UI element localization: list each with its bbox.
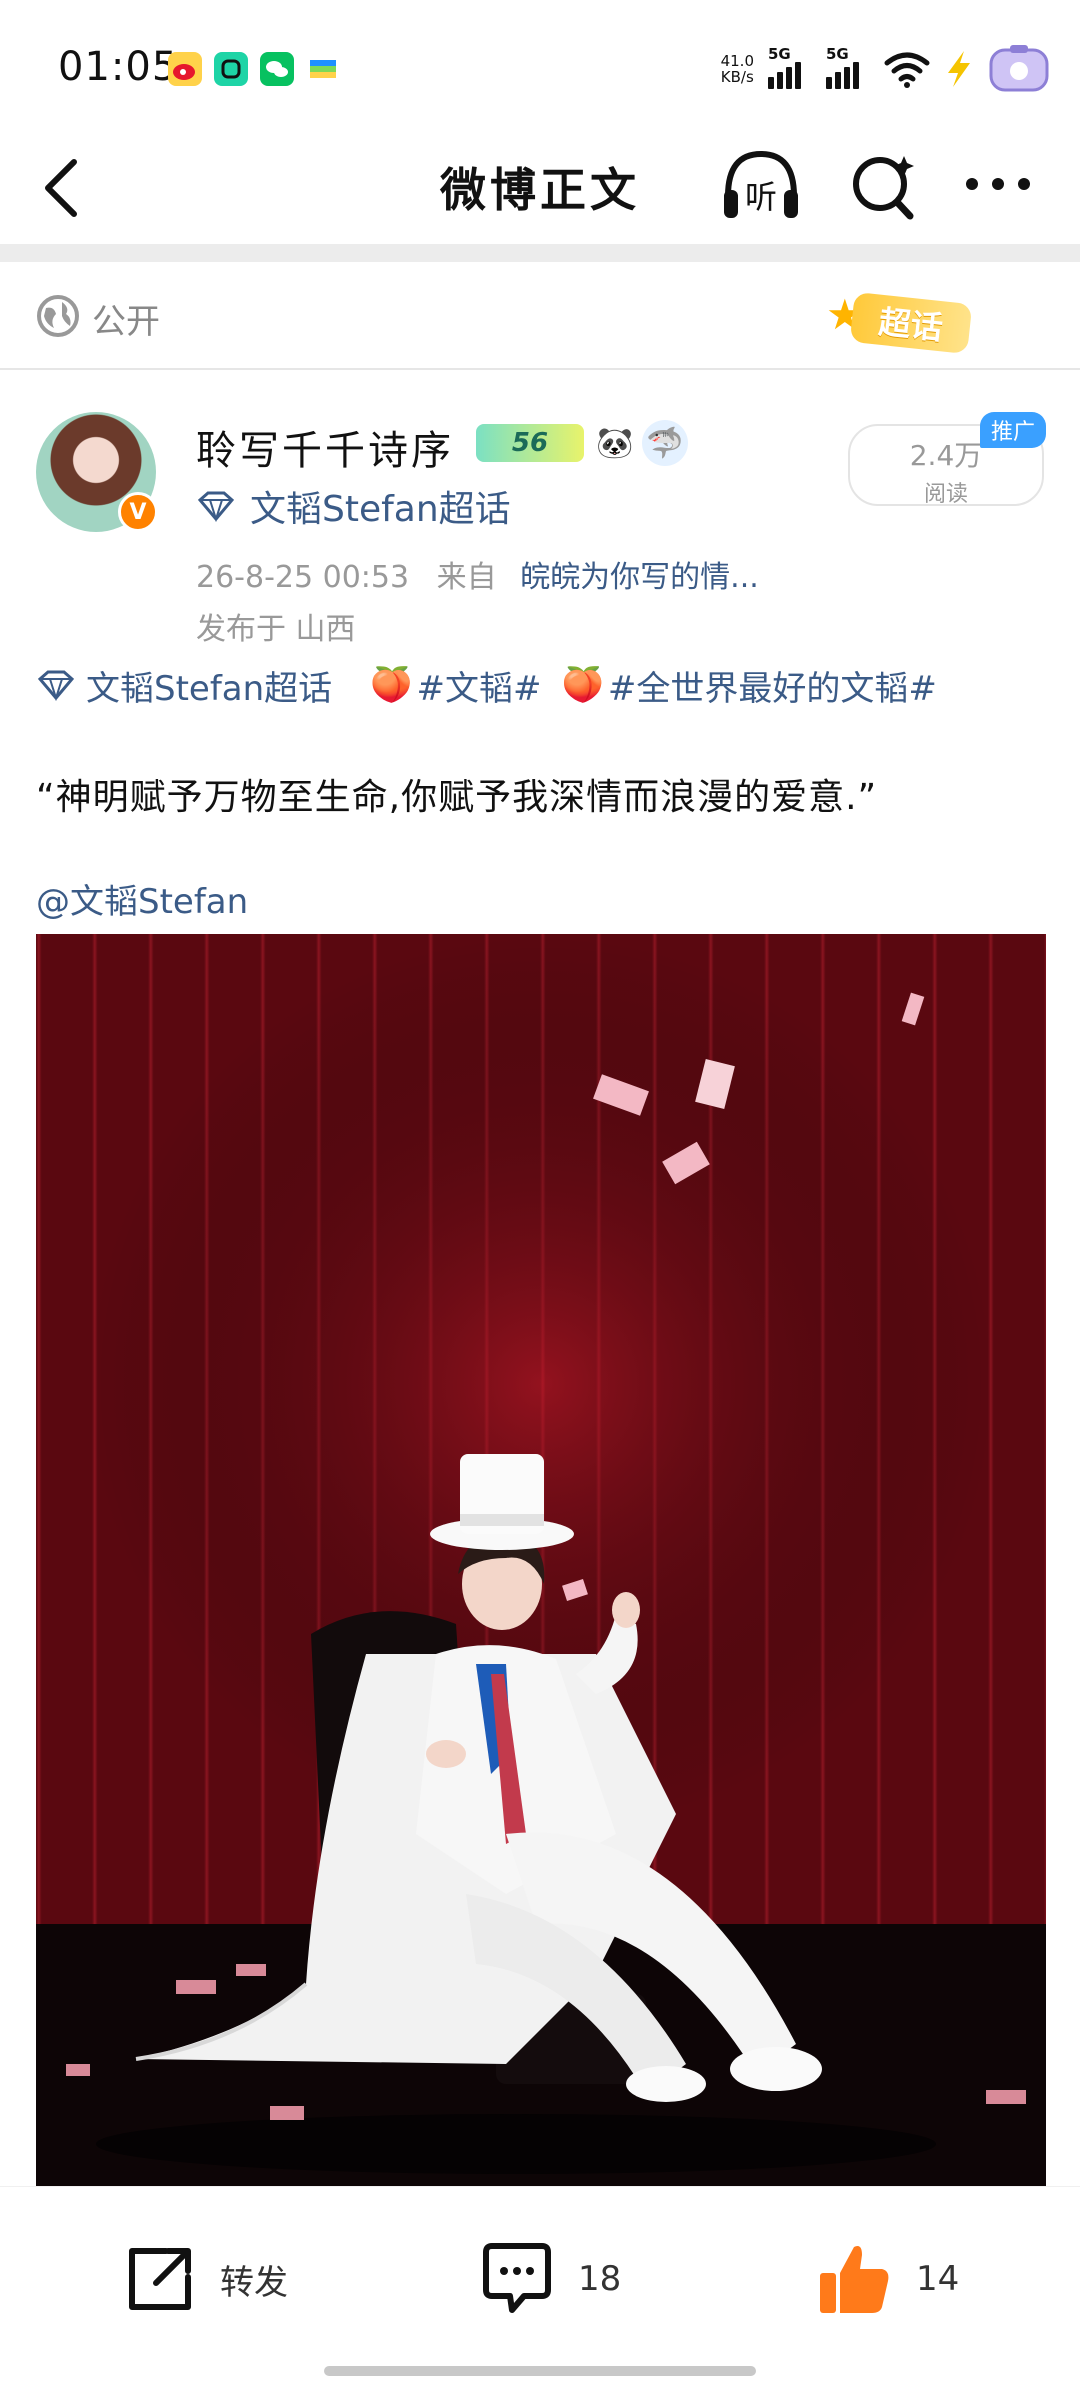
super-topic-tag[interactable]: 文韬Stefan超话 [86, 661, 332, 710]
post-from-label: 来自 [436, 560, 497, 595]
status-icons: 41.0 KB/s 5G 5G [721, 44, 1050, 94]
comment-count: 18 [578, 2259, 622, 2299]
super-topic-badge[interactable]: ★ 超话 [826, 290, 986, 356]
share-icon [129, 2248, 191, 2310]
search-button[interactable] [846, 146, 922, 226]
more-icon [966, 178, 1030, 190]
listen-button[interactable]: 听 [718, 146, 804, 226]
peach-icon: 🍑 [561, 665, 604, 705]
diamond-icon [37, 670, 75, 701]
sim2-label: 5G [826, 45, 849, 63]
post-meta: 26-8-25 00:53 来自 皖皖为你写的情... [196, 552, 759, 596]
weibo-icon [168, 52, 202, 86]
views-label: 阅读 [923, 482, 968, 507]
thumbs-up-icon [820, 2246, 889, 2313]
network-speed: 41.0 KB/s [721, 53, 754, 85]
peach-icon: 🍑 [370, 665, 413, 705]
more-button[interactable] [958, 154, 1038, 214]
post-image-art [36, 934, 1046, 2186]
listen-label: 听 [745, 178, 777, 216]
diamond-icon [197, 491, 235, 522]
like-button[interactable]: 14 [814, 2239, 959, 2319]
section-divider [0, 244, 1080, 262]
status-time: 01:05 [58, 44, 179, 90]
home-indicator[interactable] [324, 2366, 756, 2376]
hashtag-link[interactable]: #文韬# [417, 661, 542, 710]
verified-icon: V [118, 492, 158, 532]
author-super-topic-label: 文韬Stefan超话 [250, 489, 511, 530]
post-timestamp: 26-8-25 00:53 [196, 560, 410, 595]
search-icon [853, 156, 914, 220]
repost-label: 转发 [220, 2262, 288, 2303]
wallet-icon [306, 52, 340, 86]
globe-icon [37, 295, 79, 337]
panda-icon: 🐼 [592, 420, 638, 466]
network-speed-value: 41.0 [720, 52, 754, 70]
hashtag-link[interactable]: #全世界最好的文韬# [608, 661, 937, 710]
promo-tag[interactable]: 推广 [980, 412, 1046, 448]
sim1-label: 5G [768, 45, 791, 63]
author-super-topic-link[interactable]: 文韬Stefan超话 [196, 480, 511, 532]
charging-icon [948, 51, 970, 87]
post-source-link[interactable]: 皖皖为你写的情... [520, 560, 759, 595]
post-text: “神明赋予万物至生命,你赋予我深情而浪漫的爱意.” [36, 777, 878, 818]
shark-icon: 🦈 [642, 420, 688, 466]
visibility-row: 公开 ★ 超话 [0, 262, 1080, 370]
network-speed-unit: KB/s [720, 68, 754, 86]
battery-icon [989, 45, 1049, 92]
wifi-icon [884, 52, 930, 88]
status-bar: 01:05 41.0 KB/s 5G 5G [0, 0, 1080, 130]
repost-button[interactable]: 转发 [122, 2239, 288, 2319]
topic-tags-row: 文韬Stefan超话 🍑 #文韬# 🍑 #全世界最好的文韬# [36, 660, 937, 710]
wechat-icon [260, 52, 294, 86]
visibility-label: 公开 [92, 302, 160, 342]
nav-bar: 微博正文 听 [0, 130, 1080, 246]
level-badge[interactable]: 56 [476, 424, 584, 462]
comment-button[interactable]: 18 [478, 2239, 621, 2319]
mention-link[interactable]: @文韬Stefan [36, 874, 248, 923]
comment-icon [483, 2243, 551, 2313]
super-topic-badge-label: 超话 [849, 291, 973, 355]
headphones-icon: 听 [724, 150, 798, 218]
app-icon [214, 52, 248, 86]
signal-sim2-icon: 5G [826, 45, 870, 89]
author-name[interactable]: 聆写千千诗序 [196, 418, 454, 476]
signal-sim1-icon: 5G [768, 45, 812, 89]
post-location: 发布于 山西 [196, 612, 356, 647]
post-image[interactable] [36, 934, 1046, 2186]
like-count: 14 [916, 2259, 960, 2299]
